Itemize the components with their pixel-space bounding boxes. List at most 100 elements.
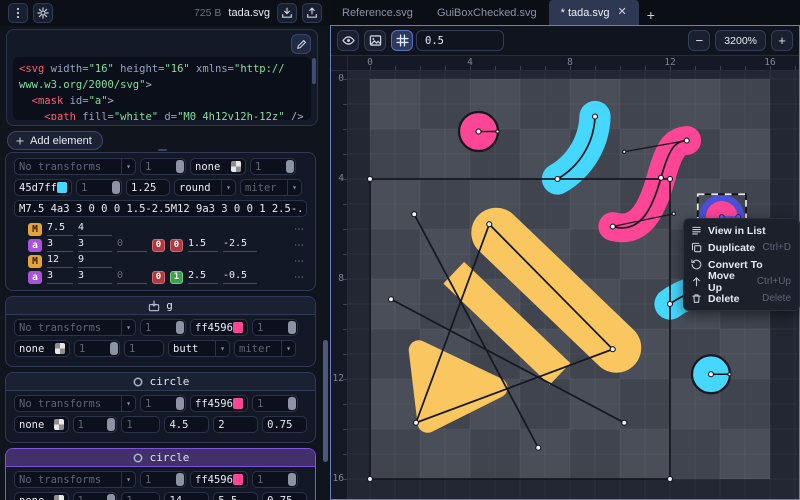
path-handle[interactable] [536, 445, 541, 450]
path-handle[interactable] [610, 224, 615, 229]
input-control[interactable]: M7.5 4a3 3 0 0 0 1.5-2.5M12 9a3 3 0 0 1 … [14, 200, 307, 217]
command-badge[interactable]: a [28, 271, 42, 284]
select-control[interactable]: miter▾ [234, 340, 296, 357]
command-value[interactable]: 2.5 [188, 270, 218, 284]
slider-control[interactable]: 1 [140, 395, 186, 412]
input-control[interactable]: 1 [121, 416, 160, 433]
command-value[interactable]: 0 [117, 238, 147, 252]
new-tab-button[interactable]: + [639, 7, 663, 23]
visibility-button[interactable] [337, 30, 359, 51]
select-control[interactable]: round▾ [174, 179, 236, 196]
input-control[interactable]: 4.5 [164, 416, 209, 433]
menu-item-duplicate[interactable]: DuplicateCtrl+D [684, 239, 799, 256]
snap-grid-button[interactable] [391, 30, 413, 51]
slider-thumb[interactable] [288, 473, 296, 486]
color-swatch[interactable] [233, 398, 243, 409]
command-value[interactable]: 0 [117, 270, 147, 284]
path-handle[interactable] [368, 177, 373, 182]
command-value[interactable]: 3 [78, 238, 112, 252]
command-value[interactable]: 9 [78, 254, 112, 268]
download-button[interactable] [277, 3, 297, 23]
input-control[interactable]: 2 [213, 416, 258, 433]
color-swatch[interactable] [54, 495, 64, 500]
command-value[interactable]: 1.5 [188, 238, 218, 252]
path-handle[interactable] [659, 175, 664, 180]
input-control[interactable]: 1 [121, 492, 160, 500]
command-value[interactable]: 3 [78, 270, 112, 284]
slider-thumb[interactable] [107, 418, 115, 431]
slider-thumb[interactable] [107, 494, 115, 500]
path-handle[interactable] [684, 138, 689, 143]
color-control[interactable]: none [14, 340, 70, 357]
code-scrollbar[interactable] [312, 58, 316, 84]
add-element-button[interactable]: Add element [7, 131, 103, 150]
command-badge[interactable]: a [28, 239, 42, 252]
color-swatch[interactable] [231, 161, 241, 172]
panel-header-g[interactable]: g [6, 297, 315, 315]
select-control[interactable]: miter▾ [240, 179, 302, 196]
slider-control[interactable]: 1 [73, 416, 118, 433]
zoom-in-button[interactable]: + [771, 30, 793, 51]
path-handle[interactable] [672, 212, 675, 215]
input-control[interactable]: 5.5 [213, 492, 258, 500]
path-handle[interactable] [555, 177, 560, 182]
slider-thumb[interactable] [176, 321, 184, 334]
slider-thumb[interactable] [176, 473, 184, 486]
color-swatch[interactable] [233, 322, 243, 333]
color-control[interactable]: ff4596 [190, 471, 248, 488]
slider-thumb[interactable] [110, 342, 118, 355]
slider-control[interactable]: 1 [140, 158, 186, 175]
slider-thumb[interactable] [176, 397, 184, 410]
input-control[interactable]: 14 [164, 492, 209, 500]
code-editor[interactable]: <svg width="16" height="16" xmlns="http:… [13, 57, 311, 120]
color-control[interactable]: none [190, 158, 246, 175]
color-control[interactable]: ff4596 [190, 395, 248, 412]
menu-item-move-up[interactable]: Move UpCtrl+Up [684, 273, 799, 290]
input-control[interactable]: 0.75 [262, 416, 307, 433]
zoom-level[interactable]: 3200% [715, 30, 766, 51]
select-control[interactable]: No transforms▾ [14, 395, 136, 412]
slider-control[interactable]: 1 [250, 158, 296, 175]
path-handle[interactable] [414, 420, 419, 425]
panel-header-circle-1[interactable]: circle [6, 373, 315, 391]
command-more-button[interactable]: ⋯ [294, 272, 307, 283]
slider-control[interactable]: 1 [140, 319, 186, 336]
tab-1[interactable]: GuiBoxChecked.svg [425, 0, 549, 25]
command-value[interactable]: 7.5 [47, 222, 73, 236]
slider-thumb[interactable] [176, 160, 184, 173]
arc-flag-toggle[interactable]: 0 [152, 271, 165, 284]
path-handle[interactable] [368, 476, 373, 481]
color-control[interactable]: none [14, 492, 69, 500]
command-value[interactable]: 4 [78, 222, 112, 236]
slider-thumb[interactable] [288, 397, 296, 410]
path-handle[interactable] [487, 222, 492, 227]
color-control[interactable]: 45d7ff [14, 179, 72, 196]
command-value[interactable]: 3 [47, 238, 73, 252]
slider-control[interactable]: 1 [140, 471, 186, 488]
path-handle[interactable] [389, 297, 394, 302]
tab-0[interactable]: Reference.svg [330, 0, 425, 25]
slider-thumb[interactable] [112, 181, 120, 194]
command-more-button[interactable]: ⋯ [294, 256, 307, 267]
path-handle[interactable] [709, 372, 714, 377]
select-control[interactable]: No transforms▾ [14, 158, 136, 175]
path-handle[interactable] [476, 129, 481, 134]
slider-control[interactable]: 1 [252, 319, 298, 336]
color-control[interactable]: none [14, 416, 69, 433]
color-control[interactable]: ff4596 [190, 319, 248, 336]
select-control[interactable]: No transforms▾ [14, 471, 136, 488]
path-handle[interactable] [593, 114, 598, 119]
slider-control[interactable]: 1 [252, 395, 298, 412]
color-swatch[interactable] [54, 419, 64, 430]
panel-collapse-handle[interactable] [158, 149, 167, 151]
command-badge[interactable]: M [28, 223, 42, 236]
edit-code-button[interactable] [291, 34, 311, 54]
kebab-menu-button[interactable] [8, 3, 28, 23]
slider-control[interactable]: 1 [74, 340, 120, 357]
command-badge[interactable]: M [28, 255, 42, 268]
command-value[interactable]: 12 [47, 254, 73, 268]
slider-control[interactable]: 1 [73, 492, 118, 500]
slider-thumb[interactable] [288, 321, 296, 334]
input-control[interactable]: 1.25 [126, 179, 170, 196]
path-handle[interactable] [623, 150, 626, 153]
